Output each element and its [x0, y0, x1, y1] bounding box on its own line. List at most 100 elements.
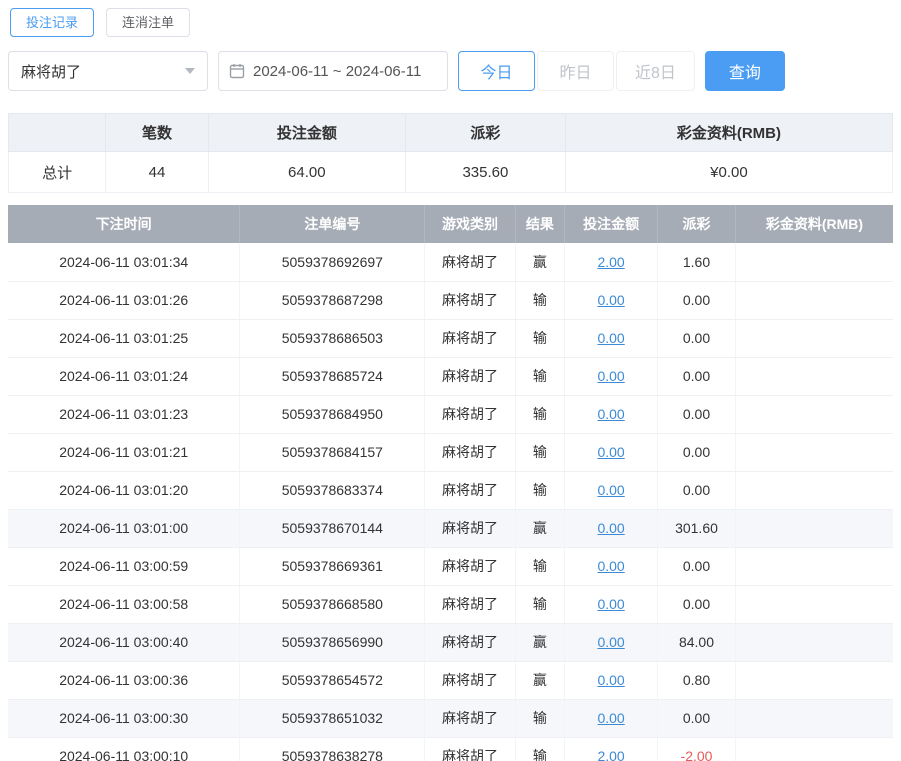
cell-bet: 0.00 — [564, 471, 659, 510]
cell-time: 2024-06-11 03:00:40 — [8, 623, 241, 662]
cell-result: 输 — [515, 319, 566, 358]
cell-time: 2024-06-11 03:01:26 — [8, 281, 241, 320]
quick-button-yesterday[interactable]: 昨日 — [537, 51, 614, 91]
table-row: 2024-06-11 03:01:20 5059378683374 麻将胡了 输… — [8, 471, 893, 510]
cell-game: 麻将胡了 — [424, 243, 516, 282]
cell-time: 2024-06-11 03:01:34 — [8, 243, 241, 282]
summary-total-label: 总计 — [7, 151, 107, 193]
tab-bar: 投注记录 连消注单 — [10, 8, 893, 37]
bet-amount-link[interactable]: 0.00 — [597, 482, 624, 498]
caret-down-icon — [185, 68, 195, 74]
quick-button-last8days[interactable]: 近8日 — [616, 51, 695, 91]
table-row: 2024-06-11 03:00:36 5059378654572 麻将胡了 赢… — [8, 661, 893, 700]
cell-payout: 0.00 — [657, 547, 736, 586]
table-row: 2024-06-11 03:00:58 5059378668580 麻将胡了 输… — [8, 585, 893, 624]
game-select[interactable]: 麻将胡了 — [8, 51, 208, 91]
table-row: 2024-06-11 03:00:59 5059378669361 麻将胡了 输… — [8, 547, 893, 586]
records-header-game: 游戏类别 — [424, 205, 516, 243]
table-row: 2024-06-11 03:01:24 5059378685724 麻将胡了 输… — [8, 357, 893, 396]
cell-game: 麻将胡了 — [424, 357, 516, 396]
cell-jackpot — [735, 737, 893, 761]
query-button[interactable]: 查询 — [704, 51, 785, 91]
cell-time: 2024-06-11 03:00:59 — [8, 547, 241, 586]
cell-payout: 0.00 — [657, 281, 736, 320]
table-row: 2024-06-11 03:01:21 5059378684157 麻将胡了 输… — [8, 433, 893, 472]
cell-order: 5059378651032 — [239, 699, 426, 738]
records-table: 下注时间 注单编号 游戏类别 结果 投注金额 派彩 彩金资料(RMB) 2024… — [8, 205, 893, 761]
cell-bet: 0.00 — [564, 585, 659, 624]
records-header-result: 结果 — [515, 205, 566, 243]
cell-jackpot — [735, 395, 893, 434]
table-row: 2024-06-11 03:00:40 5059378656990 麻将胡了 赢… — [8, 623, 893, 662]
cell-game: 麻将胡了 — [424, 699, 516, 738]
cell-jackpot — [735, 661, 893, 700]
cell-payout: 84.00 — [657, 623, 736, 662]
cell-time: 2024-06-11 03:01:00 — [8, 509, 241, 548]
records-header-bet: 投注金额 — [564, 205, 659, 243]
records-header-row: 下注时间 注单编号 游戏类别 结果 投注金额 派彩 彩金资料(RMB) — [8, 205, 893, 243]
table-row: 2024-06-11 03:01:00 5059378670144 麻将胡了 赢… — [8, 509, 893, 548]
cell-jackpot — [735, 547, 893, 586]
bet-amount-link[interactable]: 0.00 — [597, 330, 624, 346]
bet-amount-link[interactable]: 2.00 — [597, 748, 624, 761]
tab-bet-records[interactable]: 投注记录 — [10, 8, 95, 37]
summary-header-count: 笔数 — [105, 113, 209, 152]
bet-amount-link[interactable]: 0.00 — [597, 444, 624, 460]
cell-payout: 0.00 — [657, 433, 736, 472]
cell-time: 2024-06-11 03:00:58 — [8, 585, 241, 624]
summary-total-row: 总计 44 64.00 335.60 ¥0.00 — [7, 151, 894, 193]
summary-total-count: 44 — [105, 151, 209, 193]
cell-jackpot — [735, 509, 893, 548]
cell-time: 2024-06-11 03:01:21 — [8, 433, 241, 472]
summary-total-payout: 335.60 — [404, 151, 566, 193]
bet-amount-link[interactable]: 0.00 — [597, 710, 624, 726]
summary-header-bet: 投注金额 — [207, 113, 406, 152]
cell-order: 5059378686503 — [239, 319, 426, 358]
cell-order: 5059378654572 — [239, 661, 426, 700]
cell-order: 5059378684157 — [239, 433, 426, 472]
table-row: 2024-06-11 03:01:25 5059378686503 麻将胡了 输… — [8, 319, 893, 358]
cell-bet: 2.00 — [564, 243, 659, 282]
cell-payout: 0.00 — [657, 471, 736, 510]
cell-order: 5059378692697 — [239, 243, 426, 282]
cell-result: 赢 — [515, 243, 566, 282]
tab-cancelled-orders[interactable]: 连消注单 — [106, 8, 191, 37]
cell-order: 5059378683374 — [239, 471, 426, 510]
cell-payout: 0.00 — [657, 585, 736, 624]
cell-bet: 0.00 — [564, 623, 659, 662]
page: 投注记录 连消注单 麻将胡了 2024-06-11 ~ 2024-06-11 今… — [0, 0, 901, 761]
cell-result: 输 — [515, 585, 566, 624]
cell-game: 麻将胡了 — [424, 661, 516, 700]
cell-payout: 0.00 — [657, 319, 736, 358]
cell-jackpot — [735, 319, 893, 358]
cell-jackpot — [735, 471, 893, 510]
bet-amount-link[interactable]: 0.00 — [597, 368, 624, 384]
date-range-input[interactable]: 2024-06-11 ~ 2024-06-11 — [218, 51, 448, 91]
cell-bet: 2.00 — [564, 737, 659, 761]
bet-amount-link[interactable]: 0.00 — [597, 672, 624, 688]
bet-amount-link[interactable]: 0.00 — [597, 596, 624, 612]
bet-amount-link[interactable]: 0.00 — [597, 558, 624, 574]
bet-amount-link[interactable]: 0.00 — [597, 634, 624, 650]
cell-payout: 0.00 — [657, 357, 736, 396]
quick-button-today[interactable]: 今日 — [458, 51, 535, 91]
cell-result: 输 — [515, 433, 566, 472]
cell-payout: -2.00 — [657, 737, 736, 761]
summary-header-blank — [7, 113, 107, 152]
cell-jackpot — [735, 357, 893, 396]
cell-order: 5059378685724 — [239, 357, 426, 396]
cell-result: 输 — [515, 547, 566, 586]
game-select-value: 麻将胡了 — [21, 63, 82, 81]
cell-time: 2024-06-11 03:00:10 — [8, 737, 241, 761]
bet-amount-link[interactable]: 2.00 — [597, 254, 624, 270]
records-tbody: 2024-06-11 03:01:34 5059378692697 麻将胡了 赢… — [8, 243, 893, 761]
cell-order: 5059378638278 — [239, 737, 426, 761]
cell-jackpot — [735, 699, 893, 738]
summary-total-jackpot: ¥0.00 — [564, 151, 894, 193]
cell-time: 2024-06-11 03:01:23 — [8, 395, 241, 434]
bet-amount-link[interactable]: 0.00 — [597, 520, 624, 536]
cell-jackpot — [735, 433, 893, 472]
bet-amount-link[interactable]: 0.00 — [597, 406, 624, 422]
cell-result: 赢 — [515, 623, 566, 662]
bet-amount-link[interactable]: 0.00 — [597, 292, 624, 308]
